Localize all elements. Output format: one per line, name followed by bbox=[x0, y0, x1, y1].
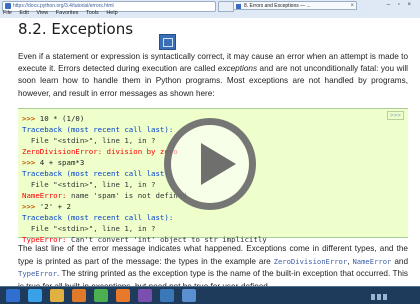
menu-bar: File Edit View Favorites Tools Help bbox=[0, 9, 121, 18]
video-play-button[interactable] bbox=[164, 118, 256, 210]
app-taskbar-icon[interactable] bbox=[182, 289, 196, 302]
visualstudio-taskbar-icon[interactable] bbox=[138, 289, 152, 302]
page-title: 8.2. Exceptions bbox=[18, 20, 134, 38]
system-tray[interactable] bbox=[370, 289, 400, 300]
tab-close-icon[interactable]: × bbox=[350, 2, 354, 9]
media-taskbar-icon[interactable] bbox=[72, 289, 86, 302]
new-tab-button[interactable] bbox=[218, 1, 234, 12]
intro-paragraph: Even if a statement or expression is syn… bbox=[18, 52, 408, 98]
menu-help[interactable]: Help bbox=[106, 10, 117, 16]
python-taskbar-icon[interactable] bbox=[160, 289, 174, 302]
firefox-taskbar-icon[interactable] bbox=[116, 289, 130, 302]
chrome-taskbar-icon[interactable] bbox=[94, 289, 108, 302]
browser-chrome: https://docs.python.org/3.4/tutorial/err… bbox=[0, 0, 420, 18]
taskbar bbox=[0, 286, 420, 304]
tab-active[interactable]: 8. Errors and Exceptions — ... × bbox=[233, 1, 357, 10]
literal-nameerror: NameError bbox=[352, 256, 392, 266]
start-button[interactable] bbox=[6, 289, 20, 302]
toggle-prompts-button[interactable]: >>> bbox=[387, 111, 404, 120]
literal-typeerror: TypeError bbox=[18, 269, 57, 279]
menu-edit[interactable]: Edit bbox=[19, 10, 28, 16]
literal-zerodivisionerror: ZeroDivisionError bbox=[273, 256, 348, 266]
emphasis-exceptions: exceptions bbox=[217, 64, 258, 74]
tab-favicon-icon bbox=[236, 4, 241, 9]
tab-title: 8. Errors and Exceptions — ... bbox=[244, 3, 311, 9]
play-icon bbox=[201, 143, 236, 185]
document-icon bbox=[159, 34, 176, 50]
explanation-paragraph: The last line of the error message indic… bbox=[18, 244, 408, 286]
menu-favorites[interactable]: Favorites bbox=[56, 10, 79, 16]
menu-file[interactable]: File bbox=[3, 10, 12, 16]
window-controls[interactable]: – ▫ × bbox=[387, 2, 414, 8]
page-content: 8.2. Exceptions Even if a statement or e… bbox=[0, 18, 420, 286]
menu-view[interactable]: View bbox=[36, 10, 48, 16]
explorer-taskbar-icon[interactable] bbox=[50, 289, 64, 302]
menu-tools[interactable]: Tools bbox=[86, 10, 99, 16]
ie-taskbar-icon[interactable] bbox=[28, 289, 42, 302]
